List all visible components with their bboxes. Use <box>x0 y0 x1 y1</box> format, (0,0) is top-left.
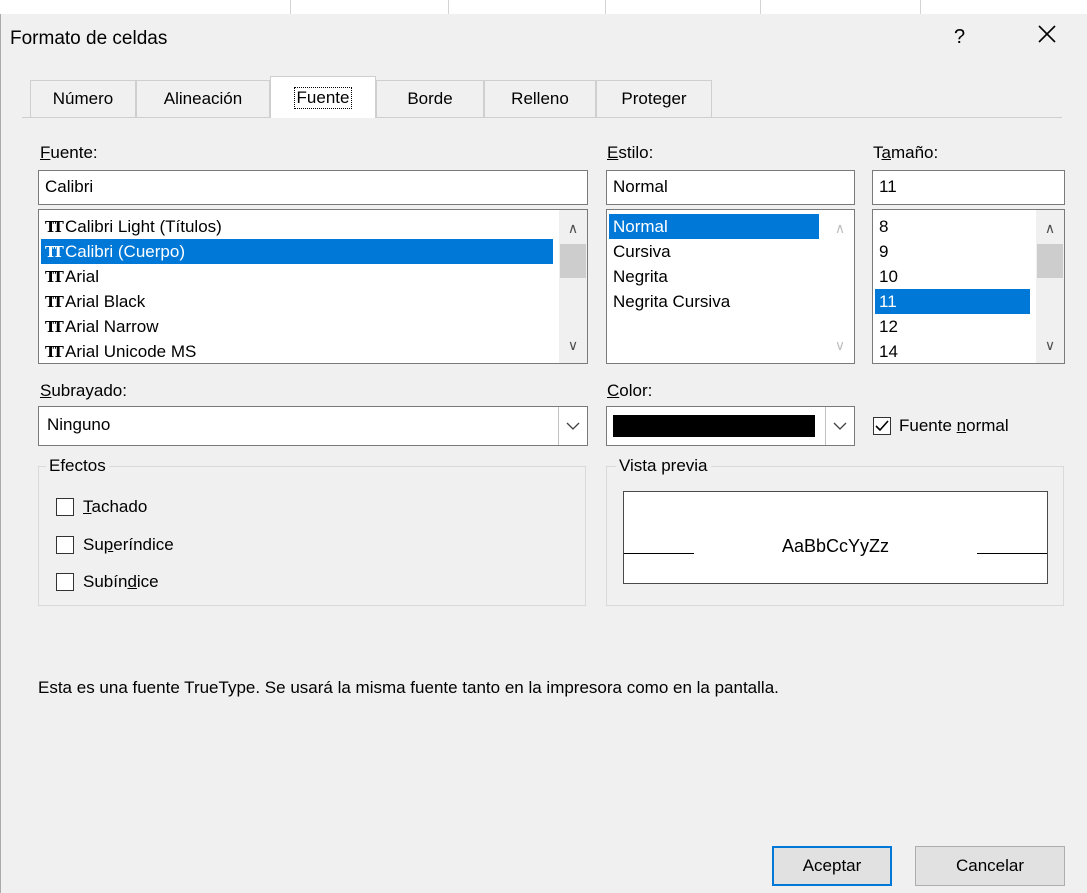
tab-borde[interactable]: Borde <box>376 80 484 117</box>
close-icon <box>1038 25 1056 43</box>
style-list-scrollbar: ∧ ∨ <box>826 210 854 363</box>
scroll-down-icon[interactable]: ∨ <box>1036 333 1064 357</box>
font-label: Fuente: <box>40 143 98 162</box>
scroll-thumb[interactable] <box>560 244 586 278</box>
close-button[interactable] <box>1036 22 1058 50</box>
tab-alineacion[interactable]: Alineación <box>136 80 270 117</box>
normal-font-label: Fuente normal <box>899 416 1009 435</box>
size-list-scrollbar[interactable]: ∧ ∨ <box>1036 210 1064 363</box>
style-list[interactable]: Normal Cursiva Negrita Negrita Cursiva ∧… <box>606 209 855 364</box>
font-list-scrollbar[interactable]: ∧ ∨ <box>559 210 587 363</box>
subscript-label: Subíndice <box>83 572 159 591</box>
chevron-down-icon[interactable] <box>825 407 854 445</box>
style-input[interactable]: Normal <box>606 170 855 205</box>
scroll-down-icon[interactable]: ∨ <box>559 333 587 357</box>
spreadsheet-strip <box>0 0 1087 15</box>
font-list-item-selected[interactable]: TT Calibri (Cuerpo) <box>41 239 553 264</box>
grid-line <box>448 0 449 14</box>
style-list-item[interactable]: Negrita Cursiva <box>609 289 819 314</box>
font-list-item[interactable]: TT Arial Unicode MS <box>41 339 553 363</box>
preview-legend: Vista previa <box>616 456 711 476</box>
preview-sample: AaBbCcYyZz <box>781 536 890 556</box>
size-list-item[interactable]: 8 <box>875 214 1030 239</box>
style-list-item[interactable]: Negrita <box>609 264 819 289</box>
color-combo[interactable] <box>606 406 855 446</box>
truetype-icon: TT <box>45 343 64 361</box>
font-list-item[interactable]: TT Arial Narrow <box>41 314 553 339</box>
truetype-icon: TT <box>45 243 64 261</box>
grid-line <box>760 0 761 14</box>
underline-combo[interactable]: Ninguno <box>38 406 588 446</box>
checkbox-checked-icon[interactable] <box>873 417 891 435</box>
checkbox-icon[interactable] <box>56 498 74 516</box>
size-list-item[interactable]: 14 <box>875 339 1030 363</box>
checkbox-icon[interactable] <box>56 536 74 554</box>
truetype-info-text: Esta es una fuente TrueType. Se usará la… <box>38 678 779 697</box>
size-list-item[interactable]: 9 <box>875 239 1030 264</box>
underline-label: Subrayado: <box>40 381 127 400</box>
truetype-icon: TT <box>45 218 64 236</box>
truetype-icon: TT <box>45 293 64 311</box>
color-label: Color: <box>607 381 653 400</box>
size-list[interactable]: 8 9 10 11 12 14 ∧ ∨ <box>872 209 1065 364</box>
grid-line <box>290 0 291 14</box>
tab-relleno[interactable]: Relleno <box>484 80 596 117</box>
truetype-icon: TT <box>45 268 64 286</box>
scroll-thumb[interactable] <box>1037 244 1063 278</box>
size-label: Tamaño: <box>873 143 939 162</box>
truetype-icon: TT <box>45 318 64 336</box>
size-list-item[interactable]: 12 <box>875 314 1030 339</box>
font-list-item[interactable]: TT Calibri Light (Títulos) <box>41 214 553 239</box>
color-swatch <box>613 415 815 437</box>
cancel-button[interactable]: Cancelar <box>915 846 1065 886</box>
superscript-checkbox[interactable]: Superíndice <box>56 535 174 555</box>
effects-legend: Efectos <box>46 456 109 476</box>
grid-line <box>605 0 606 14</box>
checkbox-icon[interactable] <box>56 573 74 591</box>
strikethrough-checkbox[interactable]: Tachado <box>56 497 147 517</box>
scroll-up-icon: ∧ <box>834 220 846 236</box>
tab-proteger[interactable]: Proteger <box>596 80 712 117</box>
tab-fuente[interactable]: Fuente <box>270 76 376 118</box>
preview-box: AaBbCcYyZz <box>623 491 1048 584</box>
superscript-label: Superíndice <box>83 535 174 554</box>
style-list-item-selected[interactable]: Normal <box>609 214 819 239</box>
style-label: Estilo: <box>607 143 654 162</box>
strikethrough-label: Tachado <box>83 497 148 516</box>
grid-line <box>920 0 921 14</box>
font-list[interactable]: TT Calibri Light (Títulos) TT Calibri (Cue… <box>38 209 588 364</box>
size-list-item[interactable]: 10 <box>875 264 1030 289</box>
subscript-checkbox[interactable]: Subíndice <box>56 572 159 592</box>
size-input[interactable]: 11 <box>872 170 1065 205</box>
scroll-up-icon[interactable]: ∧ <box>559 216 587 240</box>
font-list-item[interactable]: TT Arial <box>41 264 553 289</box>
font-name-input[interactable]: Calibri <box>38 170 588 205</box>
scroll-up-icon[interactable]: ∧ <box>1036 216 1064 240</box>
ok-button[interactable]: Aceptar <box>772 846 892 886</box>
scroll-down-icon: ∨ <box>834 337 846 353</box>
dialog-title: Formato de celdas <box>10 28 168 49</box>
help-button[interactable]: ? <box>954 26 965 49</box>
tab-numero[interactable]: Número <box>30 80 136 117</box>
style-list-item[interactable]: Cursiva <box>609 239 819 264</box>
underline-value: Ninguno <box>47 415 111 434</box>
chevron-down-icon[interactable] <box>558 407 587 445</box>
font-list-item[interactable]: TT Arial Black <box>41 289 553 314</box>
size-list-item-selected[interactable]: 11 <box>875 289 1030 314</box>
tab-strip-line <box>22 117 1062 118</box>
normal-font-checkbox[interactable]: Fuente normal <box>873 416 1009 436</box>
